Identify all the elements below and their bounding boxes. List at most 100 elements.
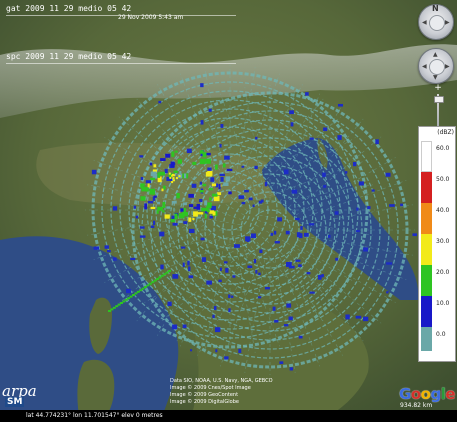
google-logo: Google: [399, 385, 456, 403]
radar-cell: [140, 176, 144, 181]
radar-cell: [389, 204, 395, 207]
radar-cell: [219, 144, 222, 148]
precip-cell: [174, 213, 178, 220]
precip-cell: [180, 208, 184, 212]
radar-cell: [244, 189, 249, 193]
precip-cell: [207, 170, 213, 176]
radar-cell: [228, 308, 231, 313]
precip-cell: [207, 202, 212, 209]
radar-cell: [212, 314, 215, 319]
radar-cell: [238, 348, 242, 354]
radar-cell: [210, 177, 215, 182]
radar-cell: [264, 286, 270, 290]
radar-cell: [172, 274, 179, 279]
precip-cell: [183, 173, 187, 179]
radar-cell: [258, 200, 262, 204]
sm-logo-text: SM: [5, 397, 25, 407]
look-right-icon[interactable]: ▶: [445, 19, 450, 26]
radar-cell: [145, 180, 151, 184]
radar-cell: [334, 211, 339, 215]
radar-cell: [112, 206, 118, 211]
precip-cell: [192, 217, 195, 221]
radar-cell: [385, 172, 391, 177]
radar-cell: [289, 367, 294, 371]
radar-cell: [303, 232, 309, 237]
move-right-icon[interactable]: ▶: [445, 63, 450, 70]
move-down-icon[interactable]: ▼: [433, 74, 438, 81]
radar-cell: [201, 257, 207, 262]
look-around-icon[interactable]: [429, 15, 445, 31]
radar-cell: [288, 316, 293, 321]
move-up-icon[interactable]: ▲: [433, 51, 438, 58]
precip-cell: [199, 189, 204, 193]
radar-cell: [286, 303, 292, 308]
precip-cell: [178, 213, 185, 219]
radar-cell: [218, 279, 222, 283]
zoom-in-button[interactable]: +: [433, 84, 443, 93]
radar-cell: [153, 220, 156, 225]
precip-cell: [225, 176, 231, 181]
precip-cell: [173, 170, 178, 174]
precip-cell: [164, 214, 170, 219]
radar-cell: [371, 189, 375, 192]
radar-cell: [296, 232, 301, 238]
radar-cell: [259, 249, 263, 254]
precip-cell: [177, 159, 183, 164]
precip-cell: [154, 195, 157, 198]
radar-cell: [283, 169, 289, 175]
radar-cell: [363, 316, 369, 322]
move-left-icon[interactable]: ◀: [422, 63, 427, 70]
navigation-controls[interactable]: N ◀ ▶ ▲ ▼ ◀ ▶: [418, 4, 454, 84]
radar-cell: [295, 259, 301, 262]
precip-cell: [218, 183, 221, 190]
radar-cell: [274, 319, 279, 323]
radar-cell: [252, 204, 255, 208]
radar-cell: [213, 305, 217, 311]
precip-cell: [193, 211, 198, 217]
radar-cell: [139, 235, 146, 238]
precip-cell: [196, 216, 201, 219]
zoom-handle[interactable]: [434, 96, 444, 103]
radar-cell: [291, 189, 298, 194]
precip-cell: [157, 172, 161, 178]
radar-cell: [375, 139, 379, 145]
precip-cell: [188, 193, 194, 198]
radar-cell: [150, 225, 155, 228]
north-icon[interactable]: N: [432, 4, 439, 13]
radar-cell: [305, 92, 309, 96]
radar-cell: [224, 356, 229, 360]
eye-altitude: 934.82 km: [400, 402, 433, 409]
legend-label: 50.0: [436, 176, 450, 183]
precip-cell: [149, 188, 156, 195]
radar-cell: [248, 197, 253, 201]
radar-cell: [254, 165, 258, 170]
precip-core: [178, 175, 181, 178]
map-view[interactable]: gat 2009 11 29 medio 05 42 29 Nov 2009 5…: [0, 0, 457, 422]
move-pan-icon[interactable]: [429, 59, 445, 75]
radar-cell: [352, 161, 357, 167]
radar-cell: [238, 195, 245, 199]
precip-cell: [171, 151, 175, 157]
radar-cell: [285, 230, 290, 235]
radar-cell: [199, 181, 203, 185]
look-ring[interactable]: N ◀ ▶: [418, 4, 454, 40]
radar-cell: [104, 245, 109, 249]
radar-cell: [309, 291, 315, 294]
precip-cell: [196, 203, 200, 210]
radar-cell: [130, 257, 136, 261]
look-left-icon[interactable]: ◀: [422, 19, 427, 26]
precip-cell: [209, 197, 212, 201]
status-bar: lat 44.774231° lon 11.701547° elev 0 met…: [0, 410, 457, 422]
radar-cell: [182, 262, 185, 267]
radar-cell: [214, 327, 221, 333]
legend-label: 40.0: [436, 207, 450, 214]
move-ring[interactable]: ▲ ▼ ◀ ▶: [418, 48, 454, 84]
precip-cell: [146, 187, 149, 192]
radar-cell: [183, 221, 188, 225]
precip-cell: [161, 188, 164, 192]
legend-swatch: [421, 141, 432, 172]
gat-radar-label: gat 2009 11 29 medio 05 42: [6, 4, 132, 13]
radar-cell: [207, 167, 212, 171]
precip-cell: [204, 213, 207, 219]
precip-cell: [208, 187, 213, 191]
